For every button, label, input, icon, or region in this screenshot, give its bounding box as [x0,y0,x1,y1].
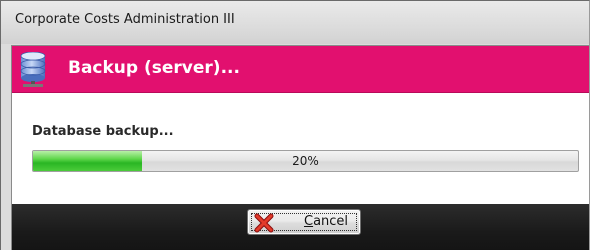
backup-progress-bar: 20% [32,150,579,172]
dialog-header: Backup (server)... [12,46,589,93]
dialog-heading: Backup (server)... [68,58,240,78]
cancel-mnemonic: C [304,214,314,229]
title-bar[interactable]: Corporate Costs Administration III [1,1,589,44]
window-title: Corporate Costs Administration III [15,12,235,27]
cancel-button[interactable]: Cancel [247,209,361,235]
progress-percent-label: 20% [292,154,319,168]
dialog-footer: Cancel [12,204,589,250]
dialog-body: Database backup... 20% [12,93,589,204]
red-x-icon [254,213,274,233]
cancel-button-label: Cancel [304,214,348,229]
dialog-client-area: Backup (server)... Database backup... 20… [11,45,589,250]
dialog-window: Corporate Costs Administration III Backu… [0,0,590,250]
database-server-icon [20,52,46,87]
status-text: Database backup... [32,124,174,139]
cancel-label-rest: ancel [313,214,349,229]
